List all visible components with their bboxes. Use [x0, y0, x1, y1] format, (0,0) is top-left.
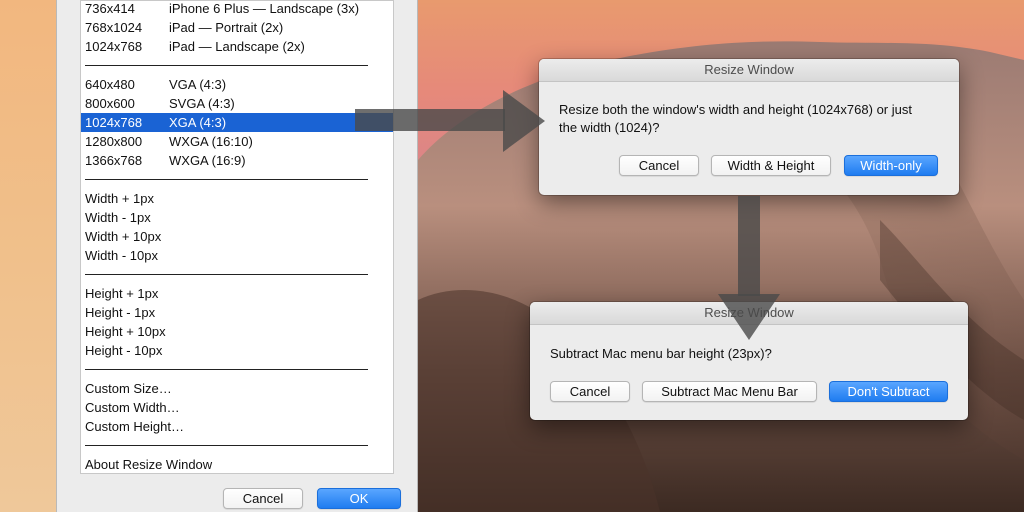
- width-option: Width + 1px: [85, 191, 155, 206]
- list-item[interactable]: Width + 1px: [81, 189, 393, 208]
- list-item[interactable]: Height + 1px: [81, 284, 393, 303]
- size-value: 800x600: [85, 96, 135, 111]
- list-separator: [85, 274, 368, 275]
- custom-option: Custom Width…: [85, 400, 180, 415]
- dialog-message: Subtract Mac menu bar height (23px)?: [550, 346, 772, 361]
- size-value: 736x414: [85, 1, 135, 16]
- list-item[interactable]: 768x1024 iPad — Portrait (2x): [81, 18, 393, 37]
- width-option: Width - 1px: [85, 210, 151, 225]
- dialog-message-line-2: the width (1024)?: [559, 120, 660, 135]
- list-item[interactable]: 1024x768 iPad — Landscape (2x): [81, 37, 393, 56]
- size-description: XGA (4:3): [169, 115, 227, 130]
- size-list[interactable]: 736x414 iPhone 6 Plus — Landscape (3x) 76…: [80, 0, 394, 474]
- list-item[interactable]: 736x414 iPhone 6 Plus — Landscape (3x): [81, 1, 393, 18]
- list-item[interactable]: 1366x768 WXGA (16:9): [81, 151, 393, 170]
- list-item[interactable]: Height - 10px: [81, 341, 393, 360]
- list-item[interactable]: Width - 1px: [81, 208, 393, 227]
- list-separator: [85, 369, 368, 370]
- width-only-button[interactable]: Width-only: [844, 155, 938, 176]
- flow-arrow-down-icon: [718, 196, 780, 340]
- size-description: WXGA (16:9): [169, 153, 246, 168]
- list-separator: [85, 179, 368, 180]
- dialog-title: Resize Window: [539, 59, 959, 82]
- list-item[interactable]: 640x480 VGA (4:3): [81, 75, 393, 94]
- list-item[interactable]: Width + 10px: [81, 227, 393, 246]
- width-option: Width - 10px: [85, 248, 158, 263]
- list-item[interactable]: About Resize Window: [81, 455, 393, 473]
- size-description: WXGA (16:10): [169, 134, 253, 149]
- custom-option: Custom Size…: [85, 381, 172, 396]
- height-option: Height + 10px: [85, 324, 166, 339]
- height-option: Height - 1px: [85, 305, 156, 320]
- width-and-height-button[interactable]: Width & Height: [711, 155, 831, 176]
- custom-option: Custom Height…: [85, 419, 184, 434]
- list-item[interactable]: Custom Height…: [81, 417, 393, 436]
- height-option: Height + 1px: [85, 286, 159, 301]
- size-value: 768x1024: [85, 20, 143, 35]
- cancel-button[interactable]: Cancel: [619, 155, 699, 176]
- list-item[interactable]: Custom Width…: [81, 398, 393, 417]
- size-value: 1366x768: [85, 153, 143, 168]
- size-description: iPad — Landscape (2x): [169, 39, 305, 54]
- list-separator: [85, 445, 368, 446]
- size-value: 1024x768: [85, 115, 143, 130]
- list-item[interactable]: 1280x800 WXGA (16:10): [81, 132, 393, 151]
- cancel-button[interactable]: Cancel: [223, 488, 303, 509]
- size-value: 1024x768: [85, 39, 143, 54]
- height-option: Height - 10px: [85, 343, 163, 358]
- subtract-menu-bar-button[interactable]: Subtract Mac Menu Bar: [642, 381, 817, 402]
- ok-button[interactable]: OK: [317, 488, 401, 509]
- list-item-selected[interactable]: 1024x768 XGA (4:3): [81, 113, 393, 132]
- size-description: VGA (4:3): [169, 77, 227, 92]
- list-item[interactable]: Height - 1px: [81, 303, 393, 322]
- flow-arrow-right-icon: [355, 90, 545, 152]
- list-item[interactable]: Height + 10px: [81, 322, 393, 341]
- dialog-message-line-1: Resize both the window's width and heigh…: [559, 102, 912, 117]
- size-value: 1280x800: [85, 134, 143, 149]
- list-separator: [85, 65, 368, 66]
- list-item[interactable]: 800x600 SVGA (4:3): [81, 94, 393, 113]
- dont-subtract-button[interactable]: Don't Subtract: [829, 381, 948, 402]
- about-option: About Resize Window: [85, 457, 213, 472]
- list-item[interactable]: Width - 10px: [81, 246, 393, 265]
- cancel-button[interactable]: Cancel: [550, 381, 630, 402]
- width-option: Width + 10px: [85, 229, 162, 244]
- size-description: SVGA (4:3): [169, 96, 235, 111]
- size-description: iPhone 6 Plus — Landscape (3x): [169, 1, 360, 16]
- resize-chooser-panel: 736x414 iPhone 6 Plus — Landscape (3x) 76…: [56, 0, 418, 512]
- resize-dimension-dialog: Resize Window Resize both the window's w…: [539, 59, 959, 195]
- list-item[interactable]: Custom Size…: [81, 379, 393, 398]
- size-description: iPad — Portrait (2x): [169, 20, 284, 35]
- size-value: 640x480: [85, 77, 135, 92]
